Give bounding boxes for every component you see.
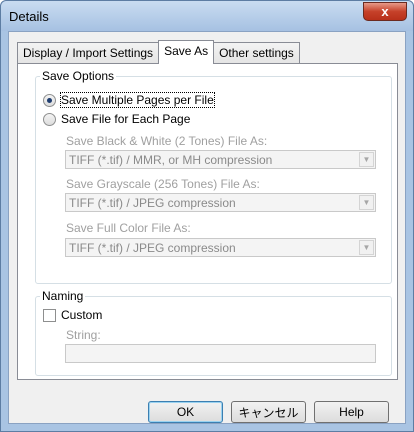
- string-input[interactable]: [65, 344, 376, 363]
- close-icon: x: [381, 4, 389, 19]
- radio-button-checked[interactable]: [43, 93, 56, 107]
- chevron-down-icon[interactable]: ▼: [359, 195, 374, 210]
- ok-button[interactable]: OK: [148, 401, 223, 423]
- color-format-select[interactable]: TIFF (*.tif) / JPEG compression ▼: [65, 238, 376, 257]
- close-button[interactable]: x: [363, 2, 407, 21]
- tab-other-settings[interactable]: Other settings: [213, 42, 300, 64]
- radio-save-multiple-pages[interactable]: Save Multiple Pages per File: [43, 92, 215, 108]
- radio-save-each-label: Save File for Each Page: [61, 112, 191, 126]
- help-button[interactable]: Help: [314, 401, 389, 423]
- tab-display-import-settings[interactable]: Display / Import Settings: [17, 42, 160, 64]
- details-dialog: Details x Display / Import Settings Save…: [0, 0, 414, 432]
- grayscale-format-value: TIFF (*.tif) / JPEG compression: [69, 196, 236, 210]
- dialog-client-area: Display / Import Settings Save As Other …: [8, 31, 406, 424]
- tab-save-as[interactable]: Save As: [158, 40, 215, 64]
- radio-save-multiple-label: Save Multiple Pages per File: [60, 92, 215, 108]
- string-label: String:: [66, 328, 101, 342]
- save-options-legend: Save Options: [42, 69, 115, 83]
- grayscale-format-select[interactable]: TIFF (*.tif) / JPEG compression ▼: [65, 193, 376, 212]
- color-format-value: TIFF (*.tif) / JPEG compression: [69, 241, 236, 255]
- naming-legend: Naming: [42, 289, 84, 303]
- radio-button-unchecked[interactable]: [43, 112, 56, 126]
- chevron-down-icon[interactable]: ▼: [359, 152, 374, 167]
- window-title: Details: [9, 9, 49, 24]
- cancel-button[interactable]: キャンセル: [231, 401, 306, 423]
- bw-format-select[interactable]: TIFF (*.tif) / MMR, or MH compression ▼: [65, 150, 376, 169]
- custom-label: Custom: [61, 308, 103, 322]
- bw-format-label: Save Black & White (2 Tones) File As:: [66, 134, 268, 148]
- title-bar[interactable]: Details x: [1, 1, 413, 31]
- grayscale-format-label: Save Grayscale (256 Tones) File As:: [66, 177, 260, 191]
- custom-checkbox[interactable]: [43, 308, 56, 322]
- radio-save-each-page[interactable]: Save File for Each Page: [43, 112, 190, 126]
- chevron-down-icon[interactable]: ▼: [359, 240, 374, 255]
- color-format-label: Save Full Color File As:: [66, 221, 191, 235]
- custom-checkbox-row[interactable]: Custom: [43, 308, 102, 322]
- tab-strip: Display / Import Settings Save As Other …: [17, 40, 300, 64]
- bw-format-value: TIFF (*.tif) / MMR, or MH compression: [69, 153, 273, 167]
